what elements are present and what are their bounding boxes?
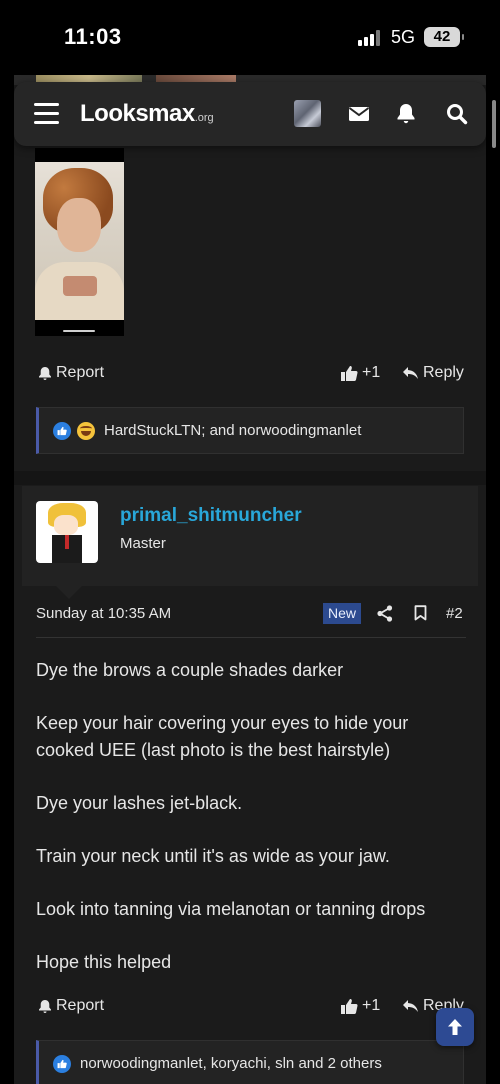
report-button[interactable]: Report xyxy=(38,364,104,382)
username-link[interactable]: primal_shitmuncher xyxy=(120,505,302,527)
post-paragraph: Hope this helped xyxy=(36,951,172,972)
post-paragraph: Train your neck until it's as wide as yo… xyxy=(36,845,390,866)
reply-label: Reply xyxy=(423,364,464,381)
notification-bell-icon[interactable] xyxy=(396,102,420,126)
post-number-link[interactable]: #2 xyxy=(446,605,463,622)
scroll-to-top-button[interactable] xyxy=(436,1008,474,1046)
page-content: Report +1 Reply HardStuckLTN; and norwoo… xyxy=(14,75,486,1084)
reply-icon xyxy=(403,367,418,379)
report-button[interactable]: Report xyxy=(38,997,104,1015)
bell-icon xyxy=(39,366,51,380)
like-count: +1 xyxy=(362,997,381,1014)
post-actions: Report +1 Reply xyxy=(38,364,466,388)
user-info-block: primal_shitmuncher Master xyxy=(22,486,478,586)
post-divider xyxy=(14,471,486,485)
site-header: Looksmax.org xyxy=(14,82,486,146)
battery-icon: 42 xyxy=(424,27,464,47)
search-icon[interactable] xyxy=(446,102,470,126)
like-count: +1 xyxy=(362,364,381,381)
user-block-pointer xyxy=(56,586,82,599)
thumbs-up-icon xyxy=(341,998,358,1014)
post-paragraph: Look into tanning via melanotan or tanni… xyxy=(36,898,426,919)
report-label: Report xyxy=(56,997,105,1014)
site-logo[interactable]: Looksmax.org xyxy=(80,100,214,128)
post-actions: Report +1 Reply xyxy=(38,997,466,1021)
post-paragraph: Dye the brows a couple shades darker xyxy=(36,660,344,680)
like-reaction-icon xyxy=(53,421,71,440)
post-date[interactable]: Sunday at 10:35 AM xyxy=(36,605,171,622)
attachment-thumbnail[interactable] xyxy=(35,148,124,336)
bell-icon xyxy=(39,999,51,1013)
reply-icon xyxy=(403,1000,418,1012)
arrow-up-icon xyxy=(448,1019,462,1035)
signal-icon xyxy=(358,30,384,46)
account-avatar[interactable] xyxy=(294,100,321,127)
reply-button[interactable]: Reply xyxy=(402,364,464,382)
status-time: 11:03 xyxy=(64,24,122,49)
post-paragraph: Keep your hair covering your eyes to hid… xyxy=(36,713,409,760)
network-label: 5G xyxy=(391,27,416,47)
like-button[interactable]: +1 xyxy=(340,364,380,382)
scrollbar[interactable] xyxy=(492,100,496,148)
reactions-text: HardStuckLTN; and norwoodingmanlet xyxy=(104,422,362,439)
logo-main: Looksmax xyxy=(80,100,195,127)
thumbs-up-icon xyxy=(341,365,358,381)
post-body: Dye the brows a couple shades darker Kee… xyxy=(36,657,466,1002)
status-bar: 11:03 5G 42 xyxy=(0,0,500,75)
reactions-bar[interactable]: HardStuckLTN; and norwoodingmanlet xyxy=(36,407,464,454)
like-reaction-icon xyxy=(53,1054,71,1073)
report-label: Report xyxy=(56,364,105,381)
logo-tld: .org xyxy=(194,112,214,124)
avatar[interactable] xyxy=(36,501,98,563)
post-meta: Sunday at 10:35 AM New #2 xyxy=(36,603,466,625)
bookmark-icon[interactable] xyxy=(414,605,427,625)
laugh-reaction-icon xyxy=(77,421,95,440)
share-icon[interactable] xyxy=(377,605,393,626)
menu-icon[interactable] xyxy=(34,103,59,125)
new-badge: New xyxy=(323,603,361,624)
post-paragraph: Dye your lashes jet-black. xyxy=(36,792,243,813)
reactions-bar[interactable]: norwoodingmanlet, koryachi, sln and 2 ot… xyxy=(36,1040,464,1084)
mail-icon[interactable] xyxy=(348,102,372,126)
user-title: Master xyxy=(120,535,166,552)
meta-separator xyxy=(36,637,466,638)
like-button[interactable]: +1 xyxy=(340,997,380,1015)
reactions-text: norwoodingmanlet, koryachi, sln and 2 ot… xyxy=(80,1055,382,1072)
